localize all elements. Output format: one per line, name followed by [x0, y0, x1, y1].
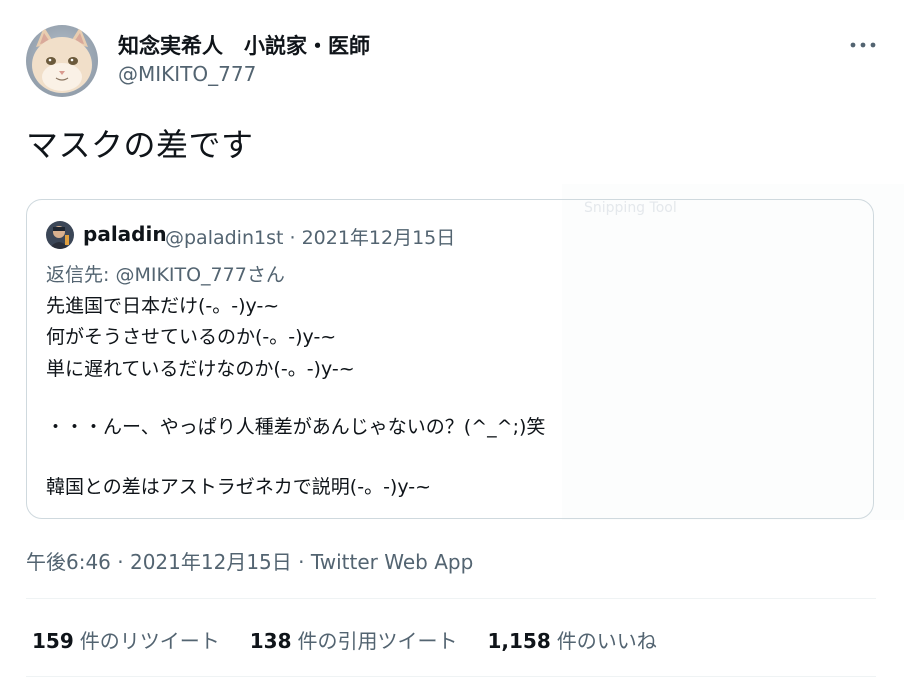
quoted-text-line: 単に遅れているだけなのか(-。-)y-~: [46, 358, 355, 380]
likes-label: 件のいいね: [556, 629, 657, 653]
person-avatar-image: [46, 221, 74, 249]
quote-tweets-label: 件の引用ツイート: [297, 629, 458, 653]
tweet-text: マスクの差です: [26, 126, 254, 164]
quoted-text-line: 韓国との差はアストラゼネカで説明(-。-)y-~: [46, 476, 432, 498]
quoted-author-name[interactable]: paladin: [83, 222, 167, 246]
tweet-detail: 知念実希人 小説家・医師 @MIKITO_777 マスクの差です Snippin…: [0, 0, 904, 686]
author-display-name[interactable]: 知念実希人 小説家・医師: [118, 30, 370, 60]
quoted-author-avatar[interactable]: [46, 221, 74, 249]
retweets-count: 159: [32, 629, 74, 653]
author-avatar[interactable]: [26, 25, 98, 97]
likes-count: 1,158: [487, 629, 551, 653]
more-horizontal-icon: [850, 42, 876, 48]
divider: [26, 598, 876, 599]
quote-tweets-count: 138: [249, 629, 292, 653]
timestamp-separator: ·: [291, 550, 311, 574]
quote-tweets-stat[interactable]: 138 件の引用ツイート: [250, 625, 458, 654]
tweet-timestamp: 午後6:46 · 2021年12月15日 · Twitter Web App: [26, 546, 473, 575]
likes-stat[interactable]: 1,158 件のいいね: [488, 625, 657, 654]
retweets-label: 件のリツイート: [79, 629, 220, 653]
quoted-author-meta[interactable]: @paladin1st · 2021年12月15日: [165, 223, 455, 250]
timestamp-link[interactable]: 午後6:46 · 2021年12月15日: [26, 550, 292, 574]
author-handle[interactable]: @MIKITO_777: [118, 62, 256, 86]
quoted-text-line: 先進国で日本だけ(-。-)y-~: [46, 295, 280, 317]
quoted-text-line: ・・・んー、やっぱり人種差があんじゃないの？(^_^;)笑: [46, 416, 546, 438]
quoted-tweet-card[interactable]: paladin @paladin1st · 2021年12月15日 返信先: @…: [26, 199, 874, 519]
retweets-stat[interactable]: 159 件のリツイート: [32, 625, 220, 654]
divider: [26, 676, 876, 677]
source-link[interactable]: Twitter Web App: [311, 550, 473, 574]
engagement-stats: 159 件のリツイート 138 件の引用ツイート 1,158 件のいいね: [32, 625, 687, 654]
more-button[interactable]: [846, 33, 880, 57]
quoted-reply-to: 返信先: @MIKITO_777さん: [46, 264, 285, 286]
quoted-text-line: 何がそうさせているのか(-。-)y-~: [46, 326, 337, 348]
cat-avatar-image: [26, 25, 98, 97]
